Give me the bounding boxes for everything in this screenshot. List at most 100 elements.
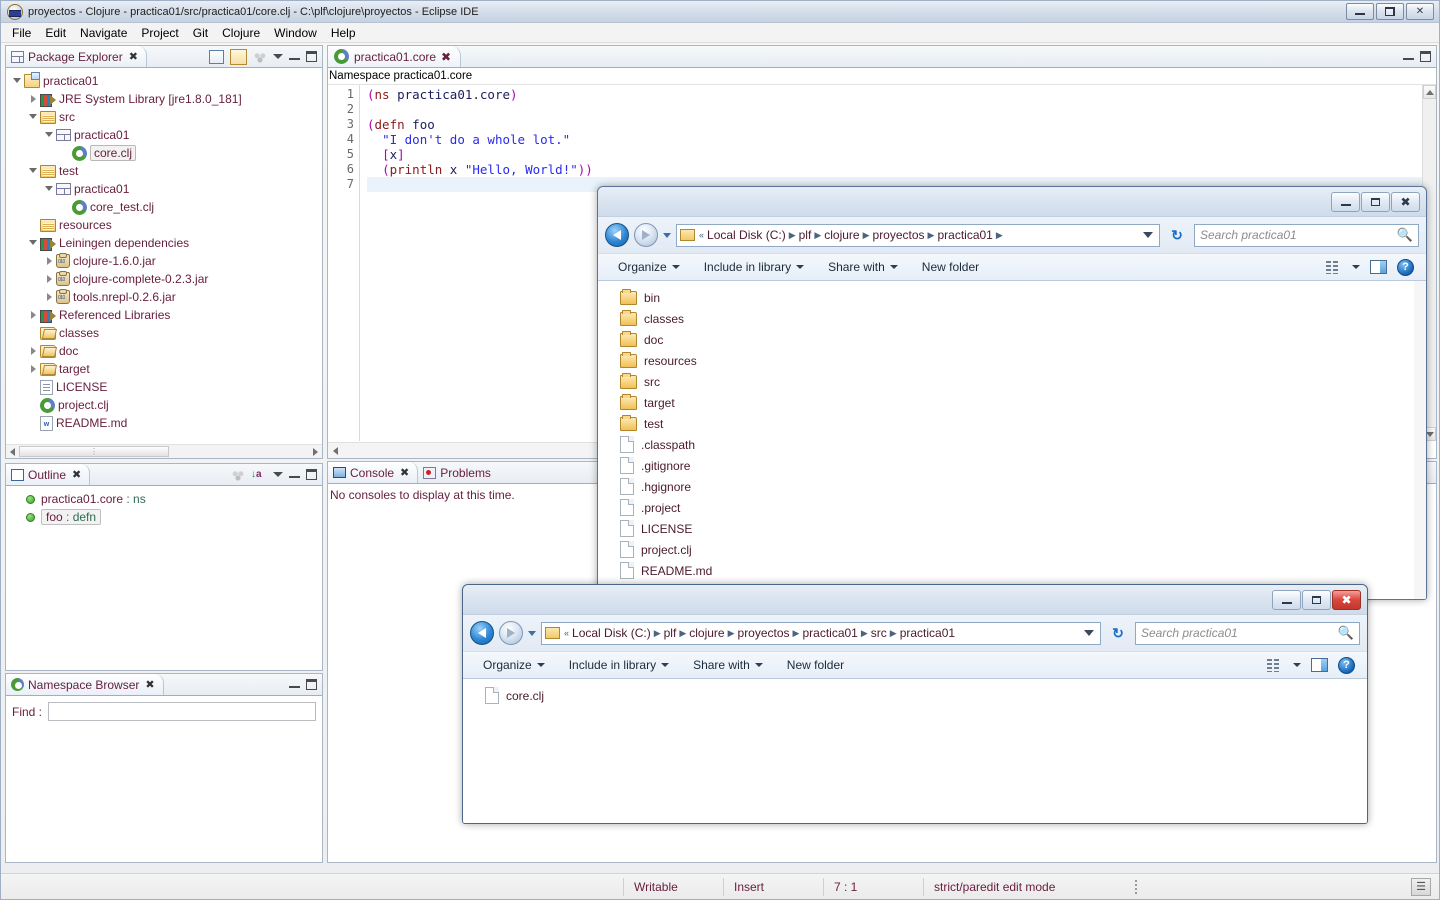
tree-toggle-collapsed-icon[interactable] (44, 255, 56, 267)
tree-node[interactable]: doc (6, 342, 322, 360)
code-line[interactable]: (ns practica01.core) (367, 87, 1436, 102)
tree-node[interactable]: classes (6, 324, 322, 342)
explorer-list-item[interactable]: project.clj (620, 539, 1426, 560)
tree-toggle-expanded-icon[interactable] (28, 165, 40, 177)
explorer-list-item[interactable]: resources (620, 350, 1426, 371)
package-explorer-hscrollbar[interactable]: ⋮ (6, 444, 322, 458)
menu-edit[interactable]: Edit (38, 24, 73, 42)
include-in-library-button[interactable]: Include in library (557, 654, 681, 676)
tree-toggle-collapsed-icon[interactable] (28, 309, 40, 321)
link-with-editor-icon[interactable] (230, 48, 247, 65)
tree-node[interactable]: tools.nrepl-0.2.6.jar (6, 288, 322, 306)
tree-node[interactable]: Referenced Libraries (6, 306, 322, 324)
tree-node[interactable]: target (6, 360, 322, 378)
forward-button[interactable] (634, 223, 658, 247)
breadcrumb-3[interactable]: proyectos (738, 626, 790, 640)
outline-item[interactable]: practica01.core : ns (6, 490, 322, 508)
menu-help[interactable]: Help (324, 24, 363, 42)
recent-pages-icon[interactable] (528, 630, 536, 636)
tab-practica01-core[interactable]: practica01.core ✖ (328, 46, 462, 67)
new-folder-button[interactable]: New folder (910, 256, 991, 278)
close-button[interactable]: ✕ (1406, 3, 1434, 20)
close-icon[interactable]: ✖ (72, 468, 81, 481)
maximize-button[interactable] (1302, 590, 1331, 610)
menu-navigate[interactable]: Navigate (73, 24, 134, 42)
maximize-view-icon[interactable] (306, 469, 317, 480)
organize-button[interactable]: Organize (471, 654, 557, 676)
scroll-thumb[interactable]: ⋮ (19, 446, 169, 457)
code-line[interactable]: [x] (367, 147, 1436, 162)
back-button[interactable] (605, 223, 629, 247)
close-icon[interactable]: ✖ (145, 678, 154, 691)
tree-node[interactable]: test (6, 162, 322, 180)
tree-toggle-collapsed-icon[interactable] (44, 273, 56, 285)
breadcrumb-1[interactable]: plf (664, 626, 677, 640)
tree-node[interactable]: practica01 (6, 126, 322, 144)
tree-node[interactable]: clojure-complete-0.2.3.jar (6, 270, 322, 288)
maximize-view-icon[interactable] (306, 679, 317, 690)
code-line[interactable]: (defn foo (367, 117, 1436, 132)
explorer-list-item[interactable]: classes (620, 308, 1426, 329)
close-icon[interactable]: ✖ (441, 50, 451, 64)
refresh-button[interactable]: ↻ (1165, 224, 1189, 247)
menu-file[interactable]: File (5, 24, 38, 42)
minimize-editor-icon[interactable] (1403, 53, 1414, 60)
tree-toggle-expanded-icon[interactable] (44, 183, 56, 195)
explorer-list-item[interactable]: .classpath (620, 434, 1426, 455)
minimize-view-icon[interactable] (289, 471, 300, 478)
search-input[interactable]: Search practica01 (1141, 626, 1338, 640)
preview-pane-icon[interactable] (1370, 260, 1387, 274)
tree-node[interactable]: core_test.clj (6, 198, 322, 216)
view-menu-icon[interactable] (273, 472, 283, 477)
tree-toggle-collapsed-icon[interactable] (44, 291, 56, 303)
tree-toggle-expanded-icon[interactable] (44, 129, 56, 141)
tree-node[interactable]: JRE System Library [jre1.8.0_181] (6, 90, 322, 108)
maximize-button[interactable] (1361, 192, 1390, 212)
explorer-list-item[interactable]: README.md (620, 560, 1426, 581)
preview-pane-icon[interactable] (1311, 658, 1328, 672)
explorer-list-item[interactable]: doc (620, 329, 1426, 350)
breadcrumb-0[interactable]: Local Disk (C:) (572, 626, 651, 640)
close-icon[interactable]: ✖ (400, 466, 409, 479)
tab-outline[interactable]: Outline ✖ (6, 464, 91, 485)
explorer-list-item[interactable]: test (620, 413, 1426, 434)
tree-toggle-collapsed-icon[interactable] (28, 93, 40, 105)
tree-toggle-collapsed-icon[interactable] (28, 345, 40, 357)
change-view-icon[interactable] (1267, 658, 1283, 672)
breadcrumb-4[interactable]: practica01 (937, 228, 992, 242)
back-button[interactable] (470, 621, 494, 645)
breadcrumb-0[interactable]: Local Disk (C:) (707, 228, 786, 242)
close-icon[interactable]: ✖ (129, 50, 138, 63)
address-bar-front[interactable]: « Local Disk (C:) ▶ plf ▶ clojure ▶ proy… (541, 621, 1101, 645)
menu-git[interactable]: Git (186, 24, 215, 42)
code-line[interactable]: (println x "Hello, World!")) (367, 162, 1436, 177)
explorer-list-item[interactable]: LICENSE (620, 518, 1426, 539)
share-with-button[interactable]: Share with (816, 256, 910, 278)
tree-node[interactable]: practica01 (6, 180, 322, 198)
search-box-front[interactable]: Search practica01 🔍 (1135, 621, 1360, 645)
tree-node[interactable]: core.clj (6, 144, 322, 162)
minimize-view-icon[interactable] (289, 681, 300, 688)
maximize-view-icon[interactable] (306, 51, 317, 62)
explorer-list-item[interactable]: .gitignore (620, 455, 1426, 476)
chevron-down-icon[interactable] (1352, 265, 1360, 269)
explorer-back-scrollbar[interactable] (1414, 281, 1426, 599)
tree-node[interactable]: LICENSE (6, 378, 322, 396)
tab-package-explorer[interactable]: Package Explorer ✖ (6, 46, 147, 67)
tree-node[interactable]: Leiningen dependencies (6, 234, 322, 252)
menu-project[interactable]: Project (134, 24, 185, 42)
tree-node[interactable]: project.clj (6, 396, 322, 414)
breadcrumb-3[interactable]: proyectos (873, 228, 925, 242)
scroll-left-icon[interactable] (328, 443, 343, 458)
tab-console[interactable]: Console ✖ (328, 462, 419, 483)
minimize-button[interactable] (1331, 192, 1360, 212)
explorer-list-item[interactable]: src (620, 371, 1426, 392)
forward-button[interactable] (499, 621, 523, 645)
explorer-list-item[interactable]: bin (620, 287, 1426, 308)
explorer-window-practica01[interactable]: ✖ « Local Disk (C:) ▶ plf ▶ clojure ▶ pr… (597, 186, 1427, 600)
outline-list[interactable]: practica01.core : ns foo : defn (6, 486, 322, 526)
tree-node[interactable]: src (6, 108, 322, 126)
include-in-library-button[interactable]: Include in library (692, 256, 816, 278)
package-explorer-tree[interactable]: practica01 JRE System Library [jre1.8.0_1… (6, 68, 322, 432)
collapse-all-icon[interactable] (209, 49, 224, 64)
